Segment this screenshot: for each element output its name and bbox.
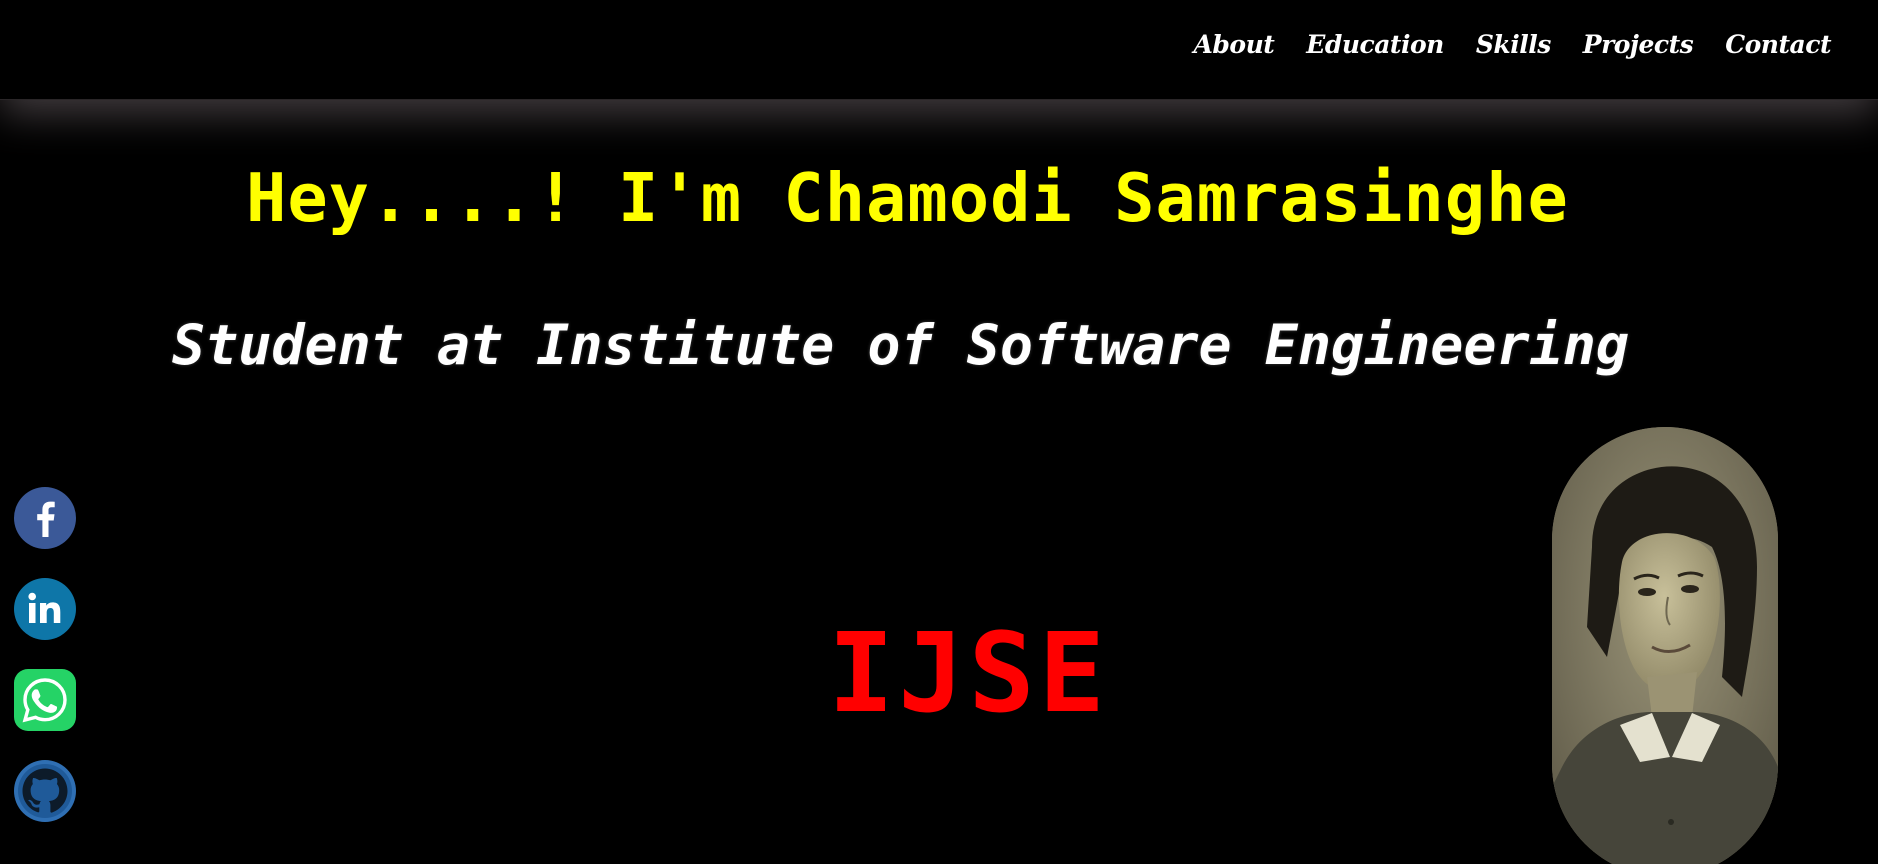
nav-menu: About Education Skills Projects Contact [1194,30,1832,59]
nav-link-projects[interactable]: Projects [1583,30,1694,59]
whatsapp-icon [14,669,76,731]
github-link[interactable] [14,760,76,822]
nav-link-about[interactable]: About [1194,30,1275,59]
hero-greeting: Hey....! I'm Chamodi Samrasinghe [246,159,1569,237]
portfolio-page: About Education Skills Projects Contact … [0,0,1878,864]
institute-logo-text: IJSE [828,609,1109,737]
github-icon [14,760,76,822]
nav-link-education[interactable]: Education [1306,30,1444,59]
hero-subtitle: Student at Institute of Software Enginee… [172,313,1629,377]
profile-photo [1552,427,1778,864]
facebook-icon [14,487,76,549]
facebook-link[interactable] [14,487,76,549]
whatsapp-link[interactable] [14,669,76,731]
linkedin-icon [14,578,76,640]
social-links [14,487,76,822]
top-navbar: About Education Skills Projects Contact [0,0,1878,100]
linkedin-link[interactable] [14,578,76,640]
nav-link-skills[interactable]: Skills [1476,30,1551,59]
profile-portrait-image [1552,427,1778,864]
nav-link-contact[interactable]: Contact [1725,30,1831,59]
